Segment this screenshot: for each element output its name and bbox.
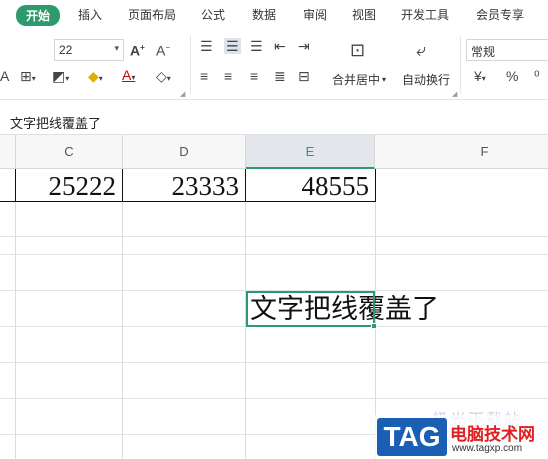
increase-indent-icon[interactable]: ⇥ — [298, 38, 310, 54]
wrap-text-label: 自动换行 — [402, 73, 451, 87]
cell-d1[interactable]: 23333 — [123, 170, 245, 202]
font-size-select[interactable]: 22 ▾ — [54, 39, 124, 61]
column-header-partial[interactable] — [0, 135, 16, 169]
column-header-d[interactable]: D — [123, 135, 246, 169]
grow-font-icon[interactable]: A+ — [130, 40, 145, 59]
cell-c1[interactable]: 25222 — [16, 170, 122, 202]
align-bottom-icon[interactable]: ☰ — [250, 38, 263, 54]
gridline — [0, 398, 548, 399]
gridline — [0, 236, 548, 237]
tab-member[interactable]: 会员专享 — [476, 6, 524, 23]
merge-center-label: 合并居中 — [332, 73, 381, 87]
gridline — [15, 169, 16, 459]
gridline — [0, 362, 548, 363]
merge-center-button[interactable]: ⊡ 合并居中 ▾ — [330, 36, 394, 92]
ribbon-home-panel: 22 ▾ A+ A− A ⊞▾ ◩▾ ◆▾ A▾ ◇▾ ◢ ☰ ☰ ☰ ⇤ ⇥ … — [0, 30, 548, 100]
percent-symbol: % — [506, 68, 519, 84]
ribbon-separator — [460, 36, 461, 94]
justify-icon[interactable]: ≣ — [274, 68, 286, 84]
fill-color-icon[interactable]: ◆▾ — [88, 68, 103, 87]
tab-data[interactable]: 数据 — [252, 6, 276, 23]
column-header-e[interactable]: E — [246, 135, 375, 169]
gridline — [122, 169, 123, 459]
percent-icon[interactable]: % — [506, 68, 518, 84]
font-color-icon[interactable]: A▾ — [122, 67, 135, 86]
tab-page-layout[interactable]: 页面布局 — [128, 6, 176, 23]
column-header-bar: C D E F — [0, 135, 548, 169]
formula-bar[interactable]: 文字把线覆盖了 — [0, 100, 548, 135]
decrease-indent-icon[interactable]: ⇤ — [274, 38, 286, 54]
strikethrough-icon[interactable]: A — [0, 68, 9, 84]
tab-developer[interactable]: 开发工具 — [401, 6, 449, 23]
column-header-f[interactable]: F — [375, 135, 548, 169]
tab-insert[interactable]: 插入 — [78, 6, 102, 23]
fill-pattern-icon[interactable]: ◩▾ — [52, 68, 69, 87]
watermark-site-name: 电脑技术网 — [450, 425, 535, 444]
watermark-logo: TAG — [377, 418, 447, 456]
merge-cells-icon: ⊡ — [350, 40, 366, 60]
formula-bar-content[interactable]: 文字把线覆盖了 — [10, 113, 101, 132]
ribbon-separator — [190, 36, 191, 94]
align-center-icon[interactable]: ≡ — [224, 68, 232, 84]
cell-e1[interactable]: 48555 — [246, 170, 375, 202]
align-right-icon[interactable]: ≡ — [250, 68, 258, 84]
tab-home[interactable]: 开始 — [16, 5, 61, 26]
chevron-down-icon: ▾ — [114, 43, 119, 53]
gridline — [0, 254, 548, 255]
tab-review[interactable]: 审阅 — [303, 6, 327, 23]
borders-icon[interactable]: ⊞▾ — [20, 68, 36, 87]
currency-symbol: ¥ — [474, 68, 482, 84]
number-format-value: 常规 — [471, 45, 496, 59]
cell-border — [375, 169, 376, 202]
thousands-separator-icon[interactable]: ⁰ — [534, 68, 540, 84]
column-header-c[interactable]: C — [16, 135, 123, 169]
active-cell-selection[interactable] — [246, 291, 375, 327]
tab-formulas[interactable]: 公式 — [201, 6, 225, 23]
wrap-text-button[interactable]: ⤶ 自动换行 — [398, 36, 458, 92]
currency-icon[interactable]: ¥▾ — [474, 68, 486, 87]
alignment-dialog-launcher-icon[interactable]: ◢ — [452, 90, 457, 98]
font-dialog-launcher-icon[interactable]: ◢ — [180, 90, 185, 98]
wrap-text-icon: ⤶ — [416, 40, 427, 60]
ribbon-tab-bar: 开始 插入 页面布局 公式 数据 审阅 视图 开发工具 会员专享 — [0, 0, 548, 30]
align-top-icon[interactable]: ☰ — [200, 38, 213, 54]
font-color-letter: A — [122, 67, 132, 83]
number-format-select[interactable]: 常规 — [466, 39, 548, 61]
chevron-down-icon: ▾ — [382, 75, 387, 84]
font-size-value: 22 — [59, 43, 73, 57]
tab-view[interactable]: 视图 — [352, 6, 376, 23]
align-middle-icon[interactable]: ☰ — [224, 38, 241, 54]
watermark-url: www.tagxp.com — [452, 443, 523, 454]
align-left-icon[interactable]: ≡ — [200, 68, 208, 84]
distributed-icon[interactable]: ⊟ — [298, 68, 310, 84]
fill-handle[interactable] — [371, 323, 377, 329]
clear-format-icon[interactable]: ◇▾ — [156, 68, 171, 87]
shrink-font-icon[interactable]: A− — [156, 40, 170, 59]
